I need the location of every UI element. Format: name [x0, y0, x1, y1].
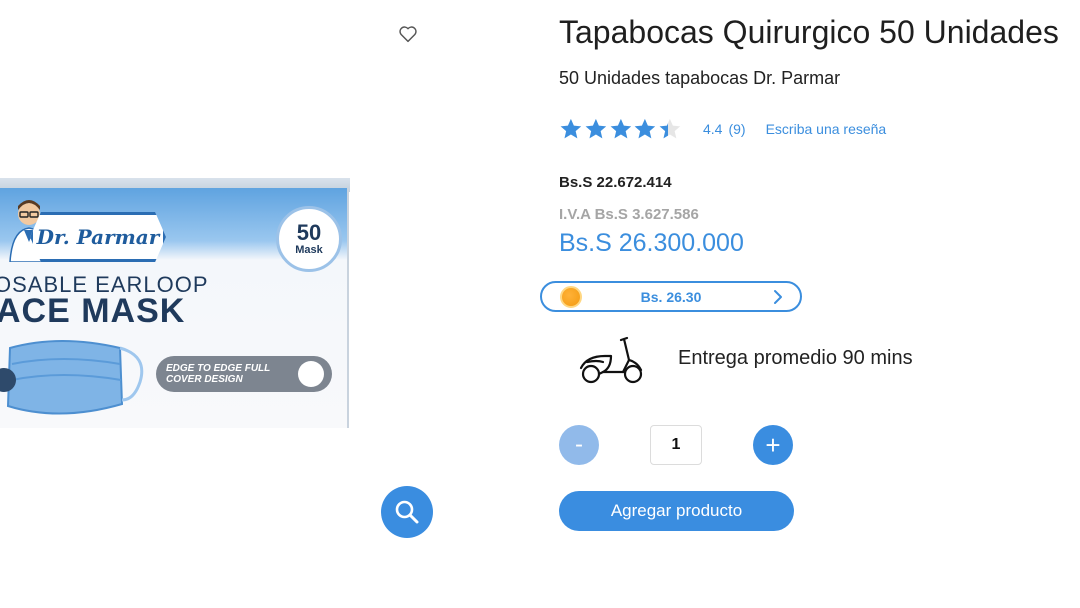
brand-badge: Dr. Parmar: [30, 212, 166, 262]
star-icon: [560, 118, 582, 139]
scooter-icon: [579, 336, 643, 384]
count-unit: Mask: [295, 244, 323, 256]
search-icon: [395, 500, 419, 524]
price-total: Bs.S 26.300.000: [559, 229, 744, 257]
package-line-2: ACE MASK: [0, 292, 186, 330]
product-title: Tapabocas Quirurgico 50 Unidades: [559, 14, 1059, 50]
delivery-text: Entrega promedio 90 mins: [678, 347, 913, 369]
rating-stars: [559, 117, 683, 141]
rating-count[interactable]: (9): [728, 121, 745, 137]
zoom-button[interactable]: [381, 486, 433, 538]
rating-row: 4.4 (9) Escriba una reseña: [559, 114, 886, 144]
chevron-right-icon: [774, 290, 782, 304]
feature-text: EDGE TO EDGE FULL COVER DESIGN: [166, 363, 271, 385]
product-subtitle: 50 Unidades tapabocas Dr. Parmar: [559, 68, 841, 88]
face-icon: [298, 361, 324, 387]
favorite-button[interactable]: [396, 22, 420, 46]
feature-pill: EDGE TO EDGE FULL COVER DESIGN: [156, 356, 332, 392]
rating-value: 4.4: [703, 121, 723, 137]
product-page: Dr. Parmar 50 Mask OSABLE EARLOOP ACE MA…: [0, 0, 1080, 608]
count-badge: 50 Mask: [276, 206, 342, 272]
price-tax: I.V.A Bs.S 3.627.586: [559, 206, 699, 223]
currency-conversion-pill[interactable]: Bs. 26.30: [540, 281, 802, 312]
star-icon: [585, 118, 607, 139]
count-number: 50: [296, 220, 322, 245]
price-base: Bs.S 22.672.414: [559, 174, 672, 191]
write-review-link[interactable]: Escriba una reseña: [766, 121, 887, 137]
heart-outline-icon: [399, 26, 417, 43]
add-to-cart-button[interactable]: Agregar producto: [559, 491, 794, 531]
quantity-increase-button[interactable]: +: [753, 425, 793, 465]
star-icon: [659, 118, 681, 139]
brand-text: Dr. Parmar: [36, 225, 160, 249]
currency-pill-label: Bs. 26.30: [640, 288, 702, 305]
box-front: Dr. Parmar 50 Mask OSABLE EARLOOP ACE MA…: [0, 188, 349, 428]
star-icon: [610, 118, 631, 139]
quantity-decrease-button[interactable]: -: [559, 425, 599, 465]
quantity-input[interactable]: [650, 425, 702, 465]
star-icon: [634, 118, 656, 139]
product-image[interactable]: Dr. Parmar 50 Mask OSABLE EARLOOP ACE MA…: [0, 178, 350, 430]
mask-illustration: [0, 340, 144, 415]
